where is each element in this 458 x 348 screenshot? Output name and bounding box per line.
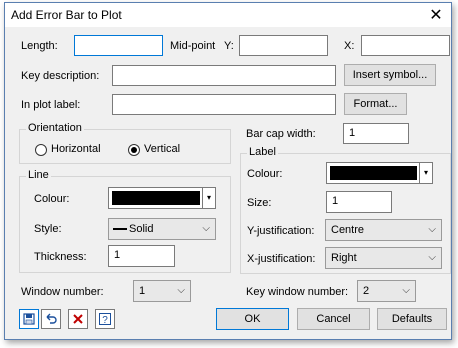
restore-button[interactable] [41,309,61,329]
horizontal-label: Horizontal [51,143,101,155]
line-style-value: Solid [129,223,154,235]
chevron-down-icon: ⌵ [428,252,436,263]
orientation-group: Orientation Horizontal Vertical [19,122,231,164]
close-icon[interactable]: ✕ [421,3,451,27]
y-justification-value: Centre [331,224,365,236]
label-group: Label Colour: ▾ Size: 1 Y-justification:… [240,146,451,274]
length-input[interactable] [74,35,163,56]
length-label: Length: [21,40,58,52]
window-title: Add Error Bar to Plot [11,8,122,22]
midpoint-y-label: Y: [224,40,234,52]
label-colour-swatch [330,166,417,180]
key-window-number-select[interactable]: 2 ⌵ [357,280,416,302]
in-plot-label-input[interactable] [112,94,336,115]
cancel-button[interactable]: Cancel [297,308,370,330]
orientation-title: Orientation [26,122,84,134]
clear-button[interactable] [68,309,88,329]
key-window-number-value: 2 [363,285,370,297]
bar-cap-width-label: Bar cap width: [246,128,316,140]
dialog-window: Add Error Bar to Plot ✕ Length: Mid-poin… [4,2,452,340]
line-thickness-label: Thickness: [34,251,87,263]
title-bar: Add Error Bar to Plot ✕ [5,3,451,27]
midpoint-label: Mid-point [170,40,216,52]
insert-symbol-button[interactable]: Insert symbol... [344,64,436,86]
line-thickness-input[interactable]: 1 [108,245,175,267]
midpoint-y-input[interactable] [239,35,328,56]
window-number-label: Window number: [21,286,104,298]
line-title: Line [26,169,51,181]
line-style-select[interactable]: Solid ⌵ [108,218,216,240]
chevron-down-icon: ⌵ [202,223,210,234]
key-window-number-label: Key window number: [246,286,349,298]
key-description-input[interactable] [112,65,336,86]
line-style-label: Style: [34,223,62,235]
clear-icon [73,314,83,324]
label-colour-picker[interactable]: ▾ [326,162,433,184]
y-justification-label: Y-justification: [247,225,315,237]
y-justification-select[interactable]: Centre ⌵ [325,219,442,241]
key-description-label: Key description: [21,70,100,82]
bar-cap-width-input[interactable]: 1 [343,123,409,144]
label-size-label: Size: [247,197,272,209]
ok-button[interactable]: OK [216,308,289,330]
chevron-down-icon: ⌵ [402,285,410,296]
help-button[interactable]: ? [95,309,115,329]
save-options-icon [23,313,35,325]
in-plot-label-label: In plot label: [21,99,81,111]
midpoint-x-input[interactable] [361,35,450,56]
midpoint-x-label: X: [344,40,355,52]
line-group: Line Colour: ▾ Style: Solid ⌵ Thickness:… [19,169,231,273]
format-button[interactable]: Format... [344,93,407,115]
x-justification-select[interactable]: Right ⌵ [325,247,442,269]
line-colour-swatch [112,191,200,205]
chevron-down-icon: ▾ [202,188,215,208]
x-justification-label: X-justification: [247,253,316,265]
window-number-value: 1 [139,285,146,297]
line-colour-picker[interactable]: ▾ [108,187,216,209]
vertical-label: Vertical [144,143,181,155]
help-icon: ? [99,313,111,326]
svg-text:?: ? [102,315,108,326]
vertical-radio[interactable] [128,144,140,156]
window-number-select[interactable]: 1 ⌵ [133,280,191,302]
chevron-down-icon: ▾ [419,163,432,183]
save-options-button[interactable] [19,309,39,329]
line-sample-icon [113,228,127,230]
chevron-down-icon: ⌵ [177,285,185,296]
chevron-down-icon: ⌵ [428,224,436,235]
restore-icon [46,313,57,324]
label-title: Label [247,146,278,158]
line-colour-label: Colour: [34,193,70,205]
horizontal-radio[interactable] [35,144,47,156]
label-colour-label: Colour: [247,168,283,180]
label-size-input[interactable]: 1 [326,191,392,213]
x-justification-value: Right [331,252,357,264]
defaults-button[interactable]: Defaults [377,308,447,330]
